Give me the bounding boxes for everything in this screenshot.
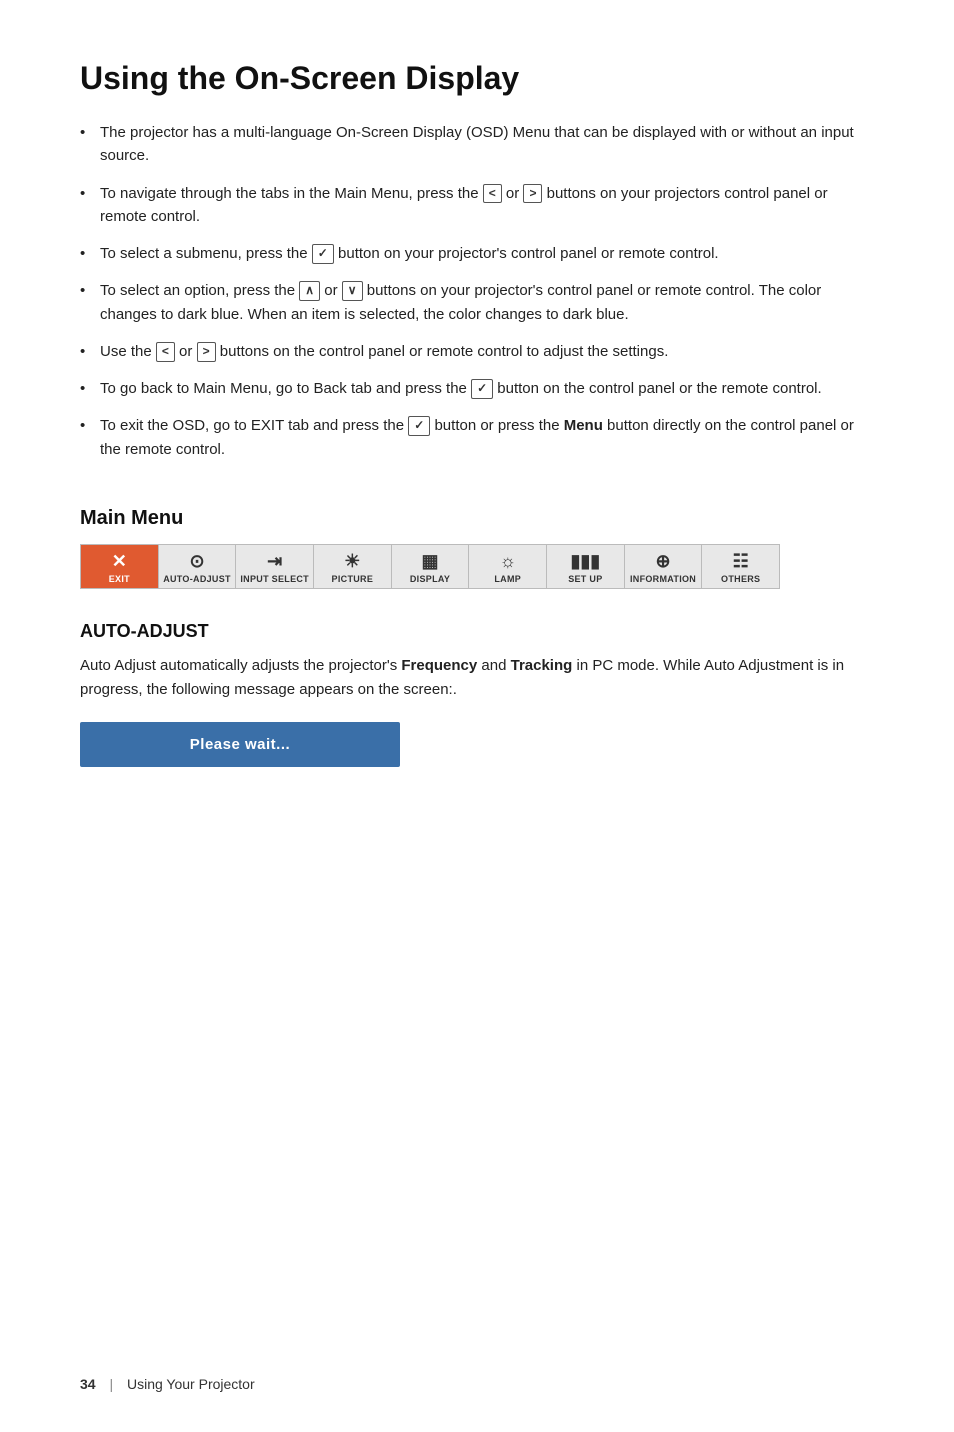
menu-item-information[interactable]: ⊕ INFORMATION (625, 545, 703, 589)
bullet-item-7: To exit the OSD, go to EXIT tab and pres… (80, 414, 874, 475)
input-select-icon: ⇥ (267, 551, 282, 573)
please-wait-box: Please wait... (80, 722, 400, 767)
bullet-item-5: Use the < or > buttons on the control pa… (80, 340, 874, 377)
menu-item-auto-adjust[interactable]: ⊙ AUTO-ADJUST (159, 545, 237, 589)
others-icon: ☷ (733, 551, 749, 573)
bullet-item-6: To go back to Main Menu, go to Back tab … (80, 377, 874, 414)
footer-divider: | (109, 1376, 113, 1392)
up-button-icon: ∧ (299, 281, 320, 301)
osd-menu-bar: ✕ EXIT ⊙ AUTO-ADJUST ⇥ INPUT SELECT ☀ PI… (80, 544, 780, 590)
lamp-icon: ☼ (499, 551, 516, 573)
footer: 34 | Using Your Projector (80, 1376, 255, 1392)
down-button-icon: ∨ (342, 281, 363, 301)
auto-adjust-heading: AUTO-ADJUST (80, 621, 874, 642)
right-button-icon: > (523, 184, 542, 204)
setup-icon: ▮▮▮ (571, 551, 601, 573)
page-container: Using the On-Screen Display The projecto… (0, 0, 954, 847)
check-button-icon-3: ✓ (408, 416, 430, 436)
exit-icon: ✕ (112, 551, 127, 573)
main-menu-heading: Main Menu (80, 507, 874, 530)
left-button-icon: < (483, 184, 502, 204)
auto-adjust-icon: ⊙ (189, 551, 204, 573)
picture-icon: ☀ (344, 551, 360, 573)
check-button-icon-2: ✓ (471, 379, 493, 399)
bullet-item-1: The projector has a multi-language On-Sc… (80, 121, 874, 182)
right-button-icon-2: > (197, 342, 216, 362)
menu-item-picture[interactable]: ☀ PICTURE (314, 545, 392, 589)
menu-item-display[interactable]: ▦ DISPLAY (392, 545, 470, 589)
left-button-icon-2: < (156, 342, 175, 362)
menu-item-input-select[interactable]: ⇥ INPUT SELECT (236, 545, 314, 589)
check-button-icon: ✓ (312, 244, 334, 264)
bullet-item-4: To select an option, press the ∧ or ∨ bu… (80, 279, 874, 340)
bullet-item-2: To navigate through the tabs in the Main… (80, 182, 874, 243)
information-icon: ⊕ (655, 551, 670, 573)
page-title: Using the On-Screen Display (80, 60, 874, 97)
display-icon: ▦ (422, 551, 439, 573)
bullet-item-3: To select a submenu, press the ✓ button … (80, 242, 874, 279)
menu-item-exit[interactable]: ✕ EXIT (81, 545, 159, 589)
bullet-list: The projector has a multi-language On-Sc… (80, 121, 874, 475)
menu-item-set-up[interactable]: ▮▮▮ SET UP (547, 545, 625, 589)
menu-item-others[interactable]: ☷ OTHERS (702, 545, 779, 589)
menu-item-lamp[interactable]: ☼ LAMP (469, 545, 547, 589)
auto-adjust-description: Auto Adjust automatically adjusts the pr… (80, 654, 874, 702)
